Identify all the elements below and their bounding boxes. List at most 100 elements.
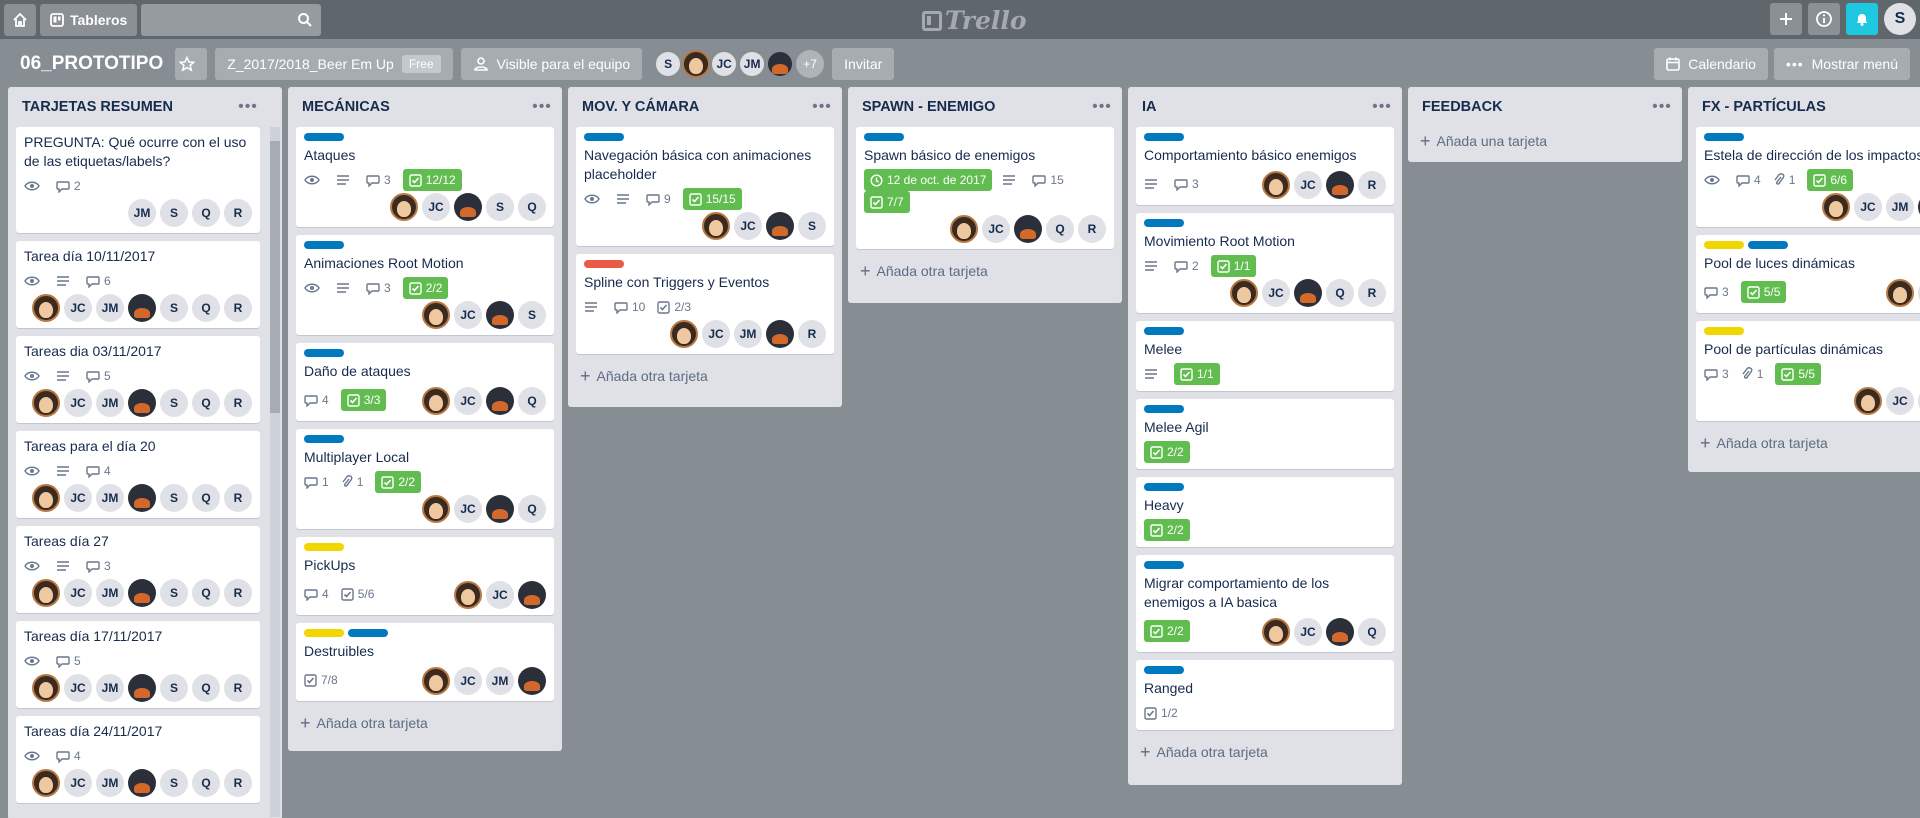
member-avatar[interactable]: Q bbox=[1358, 618, 1386, 646]
scrollbar-thumb[interactable] bbox=[270, 141, 280, 413]
member-avatar[interactable]: JM bbox=[96, 389, 124, 417]
member-avatar[interactable]: JM bbox=[738, 50, 767, 78]
card[interactable]: Pool de partículas dinámicas 3 1 5/5 JCJM bbox=[1696, 321, 1920, 421]
list-title[interactable]: MOV. Y CÁMARA bbox=[582, 99, 699, 115]
label-blue[interactable] bbox=[1144, 219, 1184, 227]
list-menu-icon[interactable]: ••• bbox=[238, 98, 258, 116]
card[interactable]: Estela de dirección de los impactos 4 1 6/6… bbox=[1696, 127, 1920, 227]
member-avatar[interactable]: JM bbox=[486, 667, 514, 695]
member-avatar[interactable]: R bbox=[224, 769, 252, 797]
member-avatar[interactable] bbox=[1822, 193, 1850, 221]
member-avatar[interactable]: JC bbox=[734, 212, 762, 240]
member-avatar[interactable] bbox=[1230, 279, 1258, 307]
label-blue[interactable] bbox=[1748, 241, 1788, 249]
label-blue[interactable] bbox=[304, 241, 344, 249]
label-blue[interactable] bbox=[348, 629, 388, 637]
card[interactable]: Spline con Triggers y Eventos 10 2/3 JC JM R bbox=[576, 254, 834, 354]
card[interactable]: Movimiento Root Motion 2 1/1 JC Q R bbox=[1136, 213, 1394, 313]
member-avatar[interactable]: S bbox=[798, 212, 826, 240]
card[interactable]: Tarea día 10/11/2017 6 JC JM S Q R bbox=[16, 241, 260, 328]
trello-logo[interactable]: Trello bbox=[922, 6, 1027, 35]
invite-button[interactable]: Invitar bbox=[832, 48, 895, 80]
label-blue[interactable] bbox=[1144, 327, 1184, 335]
list-title[interactable]: FEEDBACK bbox=[1422, 99, 1503, 115]
member-avatar[interactable] bbox=[518, 581, 546, 609]
member-avatar[interactable]: Q bbox=[192, 769, 220, 797]
list-title[interactable]: SPAWN - ENEMIGO bbox=[862, 99, 995, 115]
add-card-button[interactable]: + Añada otra tarjeta bbox=[296, 709, 554, 737]
card[interactable]: PickUps 4 5/6 JC bbox=[296, 537, 554, 615]
member-avatar[interactable] bbox=[1014, 215, 1042, 243]
member-avatar[interactable]: R bbox=[1078, 215, 1106, 243]
member-avatar[interactable]: R bbox=[224, 389, 252, 417]
label-yellow[interactable] bbox=[304, 629, 344, 637]
member-avatar[interactable]: R bbox=[224, 579, 252, 607]
member-avatar[interactable] bbox=[702, 212, 730, 240]
member-avatar[interactable]: R bbox=[224, 674, 252, 702]
member-avatar[interactable]: S bbox=[160, 579, 188, 607]
member-avatar[interactable] bbox=[766, 50, 795, 78]
card[interactable]: Migrar comportamiento de los enemigos a … bbox=[1136, 555, 1394, 652]
member-avatar[interactable]: JM bbox=[1886, 193, 1914, 221]
create-button[interactable] bbox=[1770, 3, 1802, 35]
label-yellow[interactable] bbox=[1704, 327, 1744, 335]
member-avatar[interactable] bbox=[32, 674, 60, 702]
member-avatar[interactable]: Q bbox=[192, 484, 220, 512]
label-blue[interactable] bbox=[1144, 405, 1184, 413]
list-menu-icon[interactable]: ••• bbox=[532, 98, 552, 116]
label-yellow[interactable] bbox=[304, 543, 344, 551]
member-avatar[interactable]: JM bbox=[96, 579, 124, 607]
member-avatar[interactable]: JC bbox=[1854, 193, 1882, 221]
card[interactable]: Ataques 3 12/12 JC S Q bbox=[296, 127, 554, 227]
member-avatar[interactable] bbox=[32, 769, 60, 797]
member-avatar[interactable]: JC bbox=[486, 581, 514, 609]
card[interactable]: Spawn básico de enemigos 12 de oct. de 20… bbox=[856, 127, 1114, 249]
member-avatar[interactable]: JC bbox=[422, 193, 450, 221]
member-avatar[interactable] bbox=[1262, 618, 1290, 646]
list-scrollbar[interactable] bbox=[270, 127, 280, 817]
member-avatar[interactable] bbox=[32, 579, 60, 607]
add-card-button[interactable]: + Añada una tarjeta bbox=[1416, 127, 1674, 155]
member-avatar[interactable]: JC bbox=[64, 484, 92, 512]
member-avatar[interactable] bbox=[682, 50, 711, 78]
card[interactable]: Navegación básica con animaciones placeh… bbox=[576, 127, 834, 246]
label-blue[interactable] bbox=[1144, 561, 1184, 569]
member-avatar[interactable] bbox=[422, 495, 450, 523]
label-blue[interactable] bbox=[1144, 133, 1184, 141]
member-avatar[interactable] bbox=[1326, 618, 1354, 646]
card[interactable]: Daño de ataques 4 3/3 JC Q bbox=[296, 343, 554, 421]
member-avatar[interactable]: S bbox=[654, 50, 683, 78]
member-avatar[interactable] bbox=[454, 581, 482, 609]
member-avatar[interactable] bbox=[1886, 279, 1914, 307]
member-avatar[interactable]: Q bbox=[1326, 279, 1354, 307]
list-title[interactable]: IA bbox=[1142, 99, 1157, 115]
member-avatar[interactable] bbox=[422, 387, 450, 415]
member-avatar[interactable]: JC bbox=[454, 301, 482, 329]
member-avatar[interactable]: R bbox=[224, 484, 252, 512]
member-avatar[interactable] bbox=[766, 212, 794, 240]
user-avatar[interactable]: S bbox=[1884, 3, 1916, 35]
member-avatar[interactable]: JC bbox=[454, 667, 482, 695]
member-avatar[interactable]: S bbox=[160, 389, 188, 417]
member-avatar[interactable]: Q bbox=[192, 294, 220, 322]
label-blue[interactable] bbox=[1144, 666, 1184, 674]
member-avatar[interactable]: JC bbox=[64, 579, 92, 607]
member-avatar[interactable] bbox=[1262, 171, 1290, 199]
member-avatar[interactable] bbox=[32, 484, 60, 512]
member-avatar[interactable] bbox=[422, 301, 450, 329]
label-red[interactable] bbox=[584, 260, 624, 268]
add-card-button[interactable]: + Añada otra tarjeta bbox=[576, 362, 834, 390]
list-menu-icon[interactable]: ••• bbox=[1652, 98, 1672, 116]
member-avatar[interactable] bbox=[766, 320, 794, 348]
member-avatar[interactable]: Q bbox=[1046, 215, 1074, 243]
card[interactable]: Ranged 1/2 bbox=[1136, 660, 1394, 730]
member-avatar[interactable]: S bbox=[160, 199, 188, 227]
card[interactable]: Tareas para el día 20 4 JC JM S Q R bbox=[16, 431, 260, 518]
card[interactable]: Melee Agil 2/2 bbox=[1136, 399, 1394, 469]
card[interactable]: Tareas día 17/11/2017 5 JC JM S Q R bbox=[16, 621, 260, 708]
due-date-badge[interactable]: 12 de oct. de 2017 bbox=[864, 169, 993, 191]
member-avatar[interactable]: S bbox=[160, 769, 188, 797]
member-avatar[interactable] bbox=[1854, 387, 1882, 415]
member-avatar[interactable]: S bbox=[160, 294, 188, 322]
notifications-button[interactable] bbox=[1846, 3, 1878, 35]
